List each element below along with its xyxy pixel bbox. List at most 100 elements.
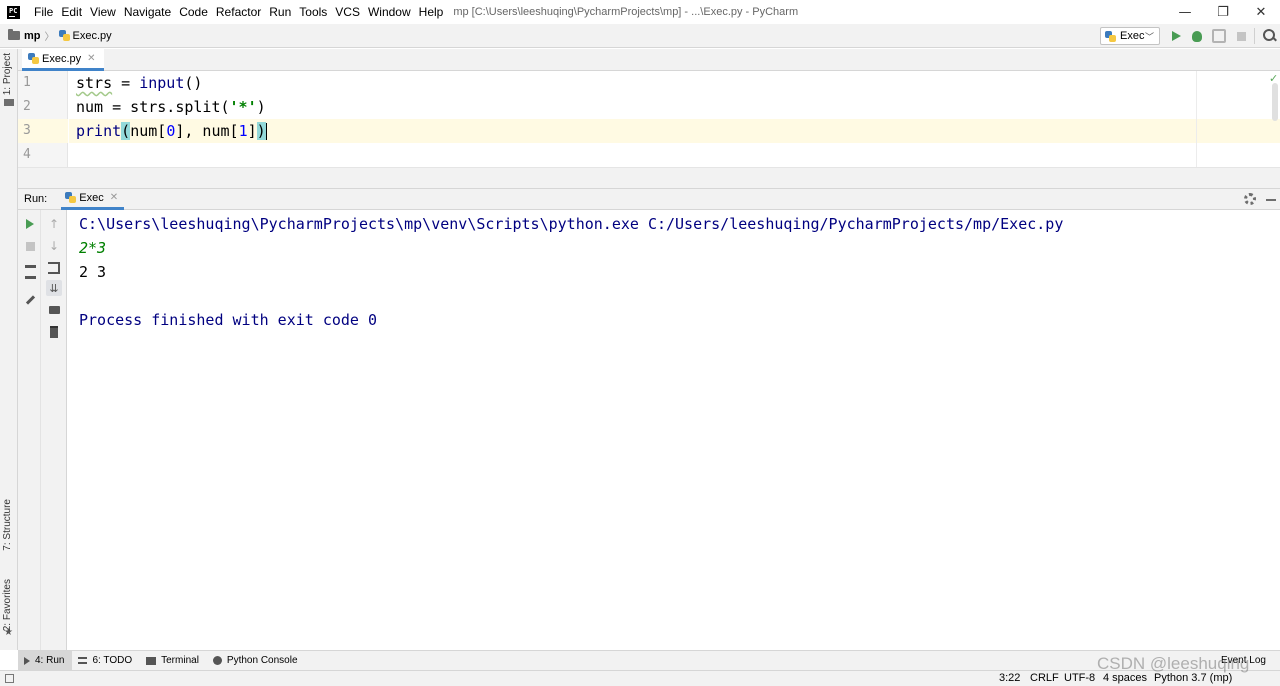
run-console[interactable]: C:\Users\leeshuqing\PycharmProjects\mp\v…	[67, 210, 1280, 650]
editor-scrollbar[interactable]	[1272, 83, 1278, 121]
restore-button[interactable]: ❐	[1204, 0, 1242, 24]
stop-run-button[interactable]	[22, 238, 38, 254]
python-console-icon	[212, 656, 222, 665]
project-folder-icon	[4, 99, 14, 106]
menu-navigate[interactable]: Navigate	[120, 0, 175, 24]
menu-run[interactable]: Run	[265, 0, 295, 24]
code-line-1[interactable]: strs = input()	[76, 71, 202, 95]
tool-window-python-console[interactable]: Python Console	[207, 651, 306, 671]
tab-exec-py[interactable]: Exec.py ✕	[22, 49, 104, 71]
star-icon: ★	[4, 627, 13, 638]
search-everywhere-icon[interactable]	[1262, 28, 1278, 44]
caret-position[interactable]: 3:22	[999, 672, 1020, 684]
scroll-to-end-button[interactable]	[46, 280, 62, 296]
toolbar-divider	[1254, 28, 1255, 44]
code-token: ()	[184, 74, 203, 92]
terminal-icon	[146, 656, 157, 665]
code-editor[interactable]: 1 2 3 4 strs = input() num = strs.split(…	[18, 71, 1280, 167]
run-configuration-label: Exec	[1120, 30, 1145, 42]
debug-button[interactable]	[1189, 28, 1205, 44]
matched-paren: (	[121, 122, 131, 140]
structure-tool-button[interactable]: 7: Structure	[2, 499, 13, 551]
menu-code[interactable]: Code	[175, 0, 212, 24]
tool-windows-toggle-icon[interactable]	[5, 674, 14, 683]
close-window-button[interactable]: ✕	[1242, 0, 1280, 24]
tool-window-todo[interactable]: 6: TODO	[72, 651, 140, 671]
favorites-tool-button[interactable]: 2: Favorites	[2, 579, 13, 631]
menu-window[interactable]: Window	[364, 0, 415, 24]
pycharm-logo-icon: PC	[7, 5, 20, 19]
project-tool-button[interactable]: 1: Project	[2, 53, 13, 95]
run-with-coverage-button[interactable]	[1211, 28, 1227, 44]
down-arrow-icon[interactable]	[46, 238, 62, 254]
soft-wrap-button[interactable]	[46, 260, 62, 276]
print-button[interactable]	[46, 302, 62, 318]
file-encoding[interactable]: UTF-8	[1064, 672, 1095, 684]
run-toolbar-primary	[18, 210, 41, 650]
gear-icon[interactable]	[1244, 193, 1256, 205]
close-tab-icon[interactable]: ✕	[110, 192, 118, 203]
code-token: input	[139, 74, 185, 92]
status-bar: 3:22 CRLF UTF-8 4 spaces Python 3.7 (mp)	[0, 670, 1280, 686]
code-token: ]	[247, 122, 257, 140]
menu-vcs[interactable]: VCS	[331, 0, 364, 24]
line-number: 1	[23, 75, 31, 90]
breadcrumb-project[interactable]: mp	[24, 30, 41, 42]
chevron-down-icon: ﹀	[1144, 32, 1154, 42]
run-configuration-select[interactable]: Exec ﹀	[1100, 27, 1160, 45]
menu-refactor[interactable]: Refactor	[212, 0, 265, 24]
python-file-icon	[28, 53, 39, 64]
minimize-button[interactable]: —	[1166, 0, 1204, 24]
editor-empty-area	[18, 167, 1280, 188]
code-line-2[interactable]: num = strs.split('*')	[76, 95, 266, 119]
window-title: mp [C:\Users\leeshuqing\PycharmProjects\…	[453, 6, 799, 18]
run-panel-header: Run: Exec ✕	[18, 188, 1280, 210]
code-token: ], num[	[175, 122, 239, 140]
run-icon	[24, 656, 30, 665]
menu-file[interactable]: File	[30, 0, 57, 24]
run-panel-title: Run:	[24, 193, 48, 205]
code-number-token: 0	[166, 122, 176, 140]
menu-edit[interactable]: Edit	[57, 0, 86, 24]
code-string-token: '*'	[229, 98, 257, 116]
menu-help[interactable]: Help	[415, 0, 448, 24]
right-margin-guide	[1196, 71, 1197, 167]
folder-icon	[8, 29, 20, 40]
clear-all-button[interactable]	[46, 324, 62, 340]
run-toolbar-secondary	[41, 210, 67, 650]
menu-view[interactable]: View	[86, 0, 120, 24]
tool-window-label: 4: Run	[35, 655, 65, 666]
python-file-icon	[1105, 30, 1116, 42]
console-command-line: C:\Users\leeshuqing\PycharmProjects\mp\v…	[79, 215, 1064, 233]
code-token: num = strs.split(	[76, 98, 230, 116]
menu-tools[interactable]: Tools	[295, 0, 331, 24]
line-number: 3	[23, 123, 31, 138]
restore-layout-button[interactable]	[22, 264, 38, 280]
tool-window-run[interactable]: 4: Run	[18, 650, 73, 671]
breadcrumb-file[interactable]: Exec.py	[58, 29, 112, 42]
code-token: )	[256, 98, 266, 116]
run-tab-label: Exec	[79, 191, 104, 204]
python-file-icon	[65, 192, 77, 203]
matched-paren: )	[256, 122, 266, 140]
python-file-icon	[58, 30, 70, 41]
tool-window-label: Python Console	[226, 655, 298, 666]
up-arrow-icon[interactable]	[46, 216, 62, 232]
close-tab-icon[interactable]: ✕	[87, 53, 95, 64]
tool-window-terminal[interactable]: Terminal	[140, 651, 207, 671]
navigation-bar: mp 〉 Exec.py Exec ﹀	[0, 24, 1280, 48]
code-token: num[	[130, 122, 167, 140]
tool-window-label: Terminal	[161, 655, 199, 666]
code-line-3[interactable]: print(num[0], num[1])	[76, 119, 267, 143]
stop-button[interactable]	[1233, 28, 1249, 44]
tab-run-exec[interactable]: Exec ✕	[61, 188, 125, 210]
breadcrumb-file-label: Exec.py	[72, 29, 112, 42]
pin-tab-button[interactable]	[22, 292, 38, 308]
left-tool-strip: 1: Project 7: Structure 2: Favorites ★	[0, 49, 18, 650]
line-separator[interactable]: CRLF	[1030, 672, 1059, 684]
hide-panel-icon[interactable]	[1266, 199, 1276, 201]
run-button[interactable]	[1168, 28, 1184, 44]
console-user-input: 2*3	[79, 239, 107, 257]
editor-tab-bar: Exec.py ✕	[18, 49, 1280, 71]
rerun-button[interactable]	[22, 216, 38, 232]
